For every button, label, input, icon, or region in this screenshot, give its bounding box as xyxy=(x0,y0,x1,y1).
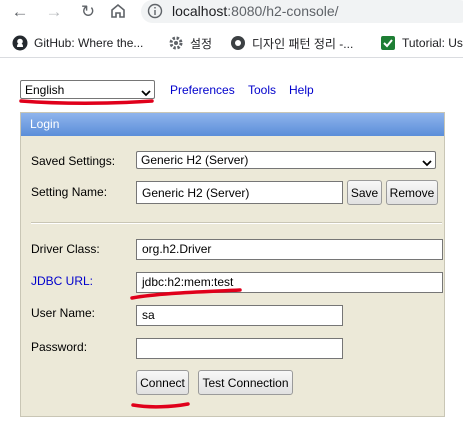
annotation-layer xyxy=(19,99,242,409)
jdbc-url-underline xyxy=(130,288,242,300)
language-underline xyxy=(19,99,154,105)
connect-underline xyxy=(131,402,190,409)
